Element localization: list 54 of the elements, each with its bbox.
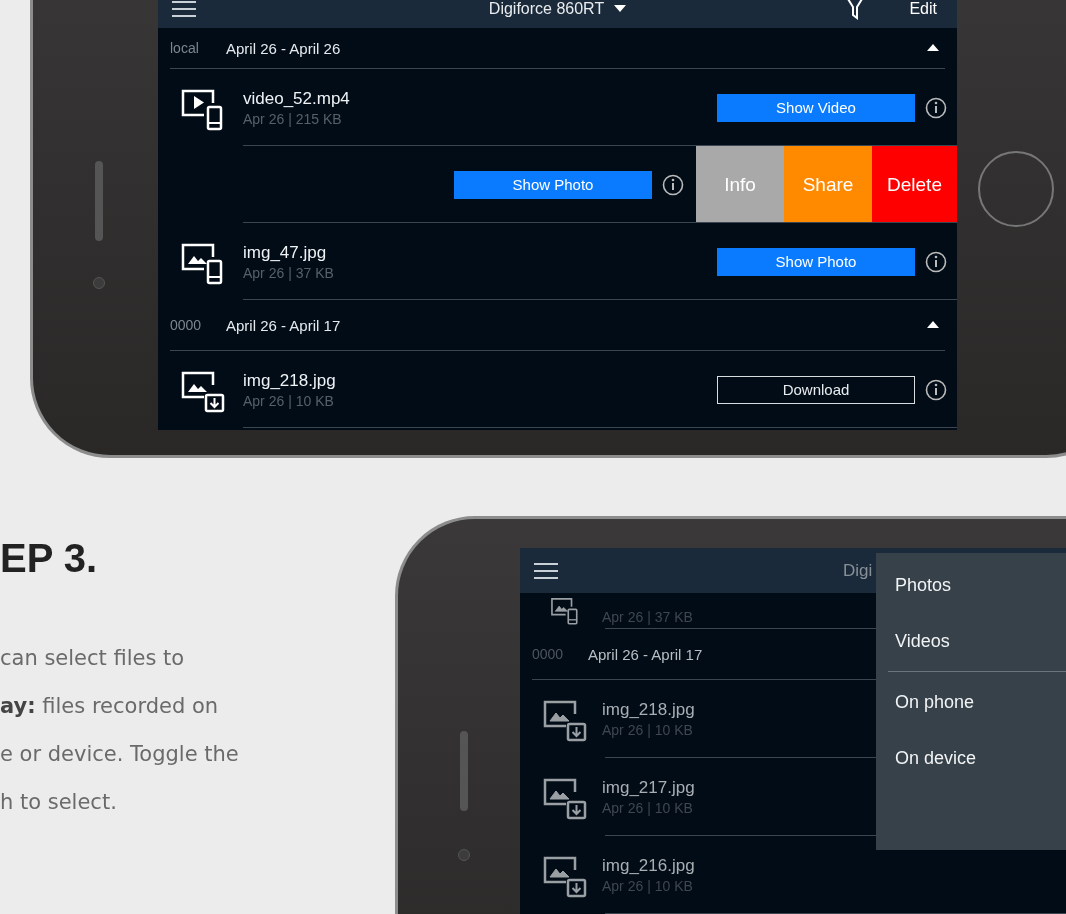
show-file-button[interactable]: Show Video bbox=[717, 93, 915, 122]
menu-icon[interactable] bbox=[534, 562, 558, 579]
step-heading: EP 3. bbox=[0, 535, 98, 582]
photo-phone-icon bbox=[550, 595, 580, 625]
section-label: 0000 bbox=[170, 317, 203, 333]
menu-item[interactable]: On device bbox=[876, 730, 1066, 786]
swipe-action-button[interactable]: Delete bbox=[872, 146, 957, 223]
file-details: Apr 26 | 10 KB bbox=[602, 878, 694, 894]
filter-icon[interactable] bbox=[847, 0, 864, 20]
swiped-file-row[interactable]: Show Photo Info Share Delete bbox=[158, 146, 957, 223]
download-button[interactable]: Download bbox=[717, 375, 915, 404]
section-label: 0000 bbox=[532, 646, 565, 662]
show-file-button[interactable]: Show Photo bbox=[717, 247, 915, 276]
file-details: Apr 26 | 37 KB bbox=[602, 609, 693, 625]
menu-item[interactable]: On phone bbox=[876, 674, 1066, 730]
section-header[interactable]: 0000 April 26 - April 17 bbox=[170, 300, 945, 351]
info-icon[interactable] bbox=[925, 250, 947, 273]
file-row[interactable]: img_218.jpg Apr 26 | 10 KB Download bbox=[158, 351, 957, 428]
device-title[interactable]: Digi bbox=[843, 560, 873, 581]
file-details: Apr 26 | 10 KB bbox=[602, 800, 694, 816]
camera-dot bbox=[93, 277, 105, 289]
step-description-line: ay: files recorded on bbox=[0, 693, 219, 720]
file-name: img_216.jpg bbox=[602, 856, 695, 876]
section-label: local bbox=[170, 40, 200, 56]
edit-button[interactable]: Edit bbox=[909, 0, 937, 18]
collapse-caret-icon[interactable] bbox=[927, 44, 939, 52]
file-name: img_47.jpg bbox=[243, 242, 328, 263]
device-title[interactable]: Digiforce 860RT bbox=[488, 0, 605, 18]
file-details: Apr 26 | 10 KB bbox=[243, 392, 335, 409]
date-range: April 26 - April 17 bbox=[226, 316, 341, 334]
collapse-caret-icon[interactable] bbox=[927, 321, 939, 329]
info-icon[interactable] bbox=[925, 378, 947, 401]
caret-icon[interactable] bbox=[614, 5, 627, 13]
section-header[interactable]: local April 26 - April 26 bbox=[170, 28, 945, 69]
file-row[interactable]: img_47.jpg Apr 26 | 37 KB Show Photo bbox=[158, 223, 957, 300]
step-description-line: e or device. Toggle the bbox=[0, 741, 239, 768]
camera-dot bbox=[458, 849, 470, 861]
file-name: img_217.jpg bbox=[602, 778, 695, 798]
step-description-line: h to select. bbox=[0, 789, 117, 816]
info-icon[interactable] bbox=[925, 96, 947, 119]
file-details: Apr 26 | 215 KB bbox=[243, 110, 343, 127]
file-row[interactable]: video_52.mp4 Apr 26 | 215 KB Show Video bbox=[158, 69, 957, 146]
step-description-line: can select files to bbox=[0, 645, 185, 672]
file-name: img_218.jpg bbox=[243, 370, 336, 391]
date-range: April 26 - April 17 bbox=[588, 645, 703, 663]
home-button[interactable] bbox=[978, 151, 1054, 227]
file-name: img_218.jpg bbox=[602, 700, 695, 720]
info-icon[interactable] bbox=[662, 173, 684, 196]
menu-icon[interactable] bbox=[172, 1, 196, 17]
file-details: Apr 26 | 10 KB bbox=[602, 722, 694, 738]
date-range: April 26 - April 26 bbox=[226, 39, 341, 57]
file-details: Apr 26 | 37 KB bbox=[243, 264, 334, 281]
file-name: video_52.mp4 bbox=[243, 88, 350, 109]
show-file-button[interactable]: Show Photo bbox=[454, 170, 652, 199]
